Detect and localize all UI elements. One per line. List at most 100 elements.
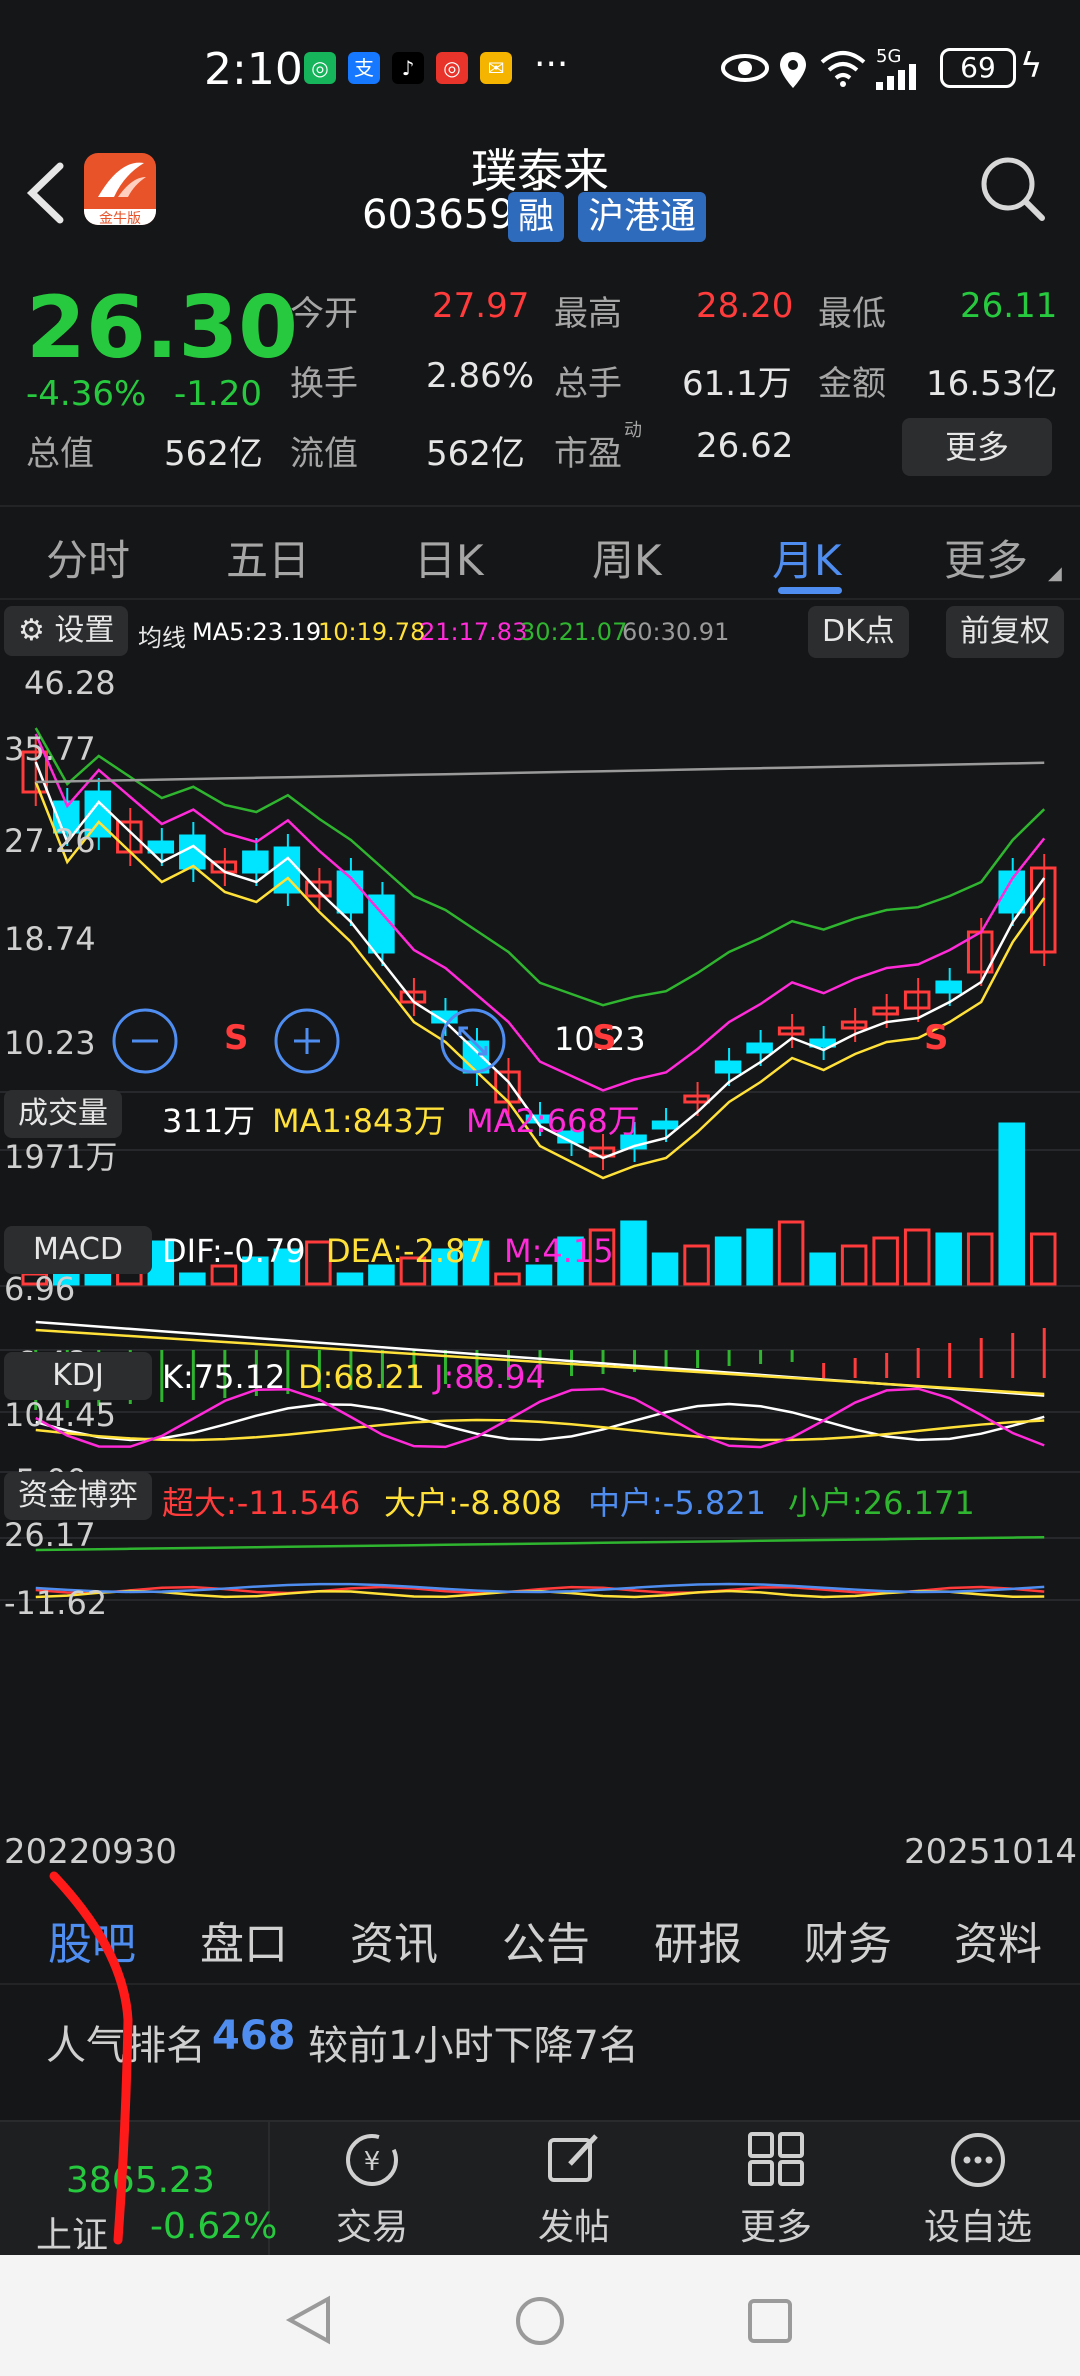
turnover-label: 换手	[290, 364, 358, 404]
popularity-rank[interactable]: 人气排名 468 较前1小时下降7名	[0, 1985, 1080, 2095]
low-value: 26.11	[960, 286, 1058, 326]
fund-flow-button[interactable]: 资金博弈	[4, 1472, 152, 1520]
nav-back-icon[interactable]	[284, 2295, 334, 2345]
high-label: 最高	[554, 294, 622, 334]
ma60-line	[35, 761, 1045, 784]
add-watchlist-button[interactable]: 设自选	[918, 2130, 1038, 2250]
nav-recents-icon[interactable]	[746, 2297, 794, 2345]
more-button[interactable]: 更多	[716, 2130, 836, 2250]
volume-label: 总手	[554, 364, 622, 404]
ma60-value: 60:30.91	[622, 618, 730, 646]
dk-point-button[interactable]: DK点	[808, 606, 909, 658]
amount-label: 金额	[818, 364, 886, 404]
tab-news[interactable]: 资讯	[350, 1908, 438, 1972]
index-change: -0.62%	[150, 2206, 278, 2247]
sell-signal: S	[224, 1018, 249, 1058]
app-logo: 金牛版	[84, 153, 156, 225]
candle	[746, 1042, 773, 1054]
fund-bottom-label: -11.62	[4, 1584, 108, 1622]
volume-bar	[336, 1272, 364, 1286]
fullscreen-icon[interactable]	[438, 1006, 508, 1076]
macd-dea: DEA:-2.87	[326, 1232, 486, 1270]
mail-icon: ✉	[480, 52, 512, 84]
tab-orderbook[interactable]: 盘口	[200, 1908, 288, 1972]
mcap-value: 562亿	[164, 434, 263, 474]
candle	[714, 1060, 742, 1074]
tab-research[interactable]: 研报	[654, 1908, 742, 1972]
macd-m: M:4.15	[504, 1232, 614, 1270]
watch-label: 设自选	[923, 2207, 1032, 2248]
sell-signal: S	[592, 1018, 617, 1058]
zoom-out-icon[interactable]	[110, 1006, 180, 1076]
adjust-button[interactable]: 前复权	[946, 606, 1064, 658]
float-label: 流值	[290, 434, 358, 474]
post-label: 发帖	[537, 2207, 610, 2248]
tab-announcements[interactable]: 公告	[502, 1908, 590, 1972]
signal-icon	[876, 64, 916, 90]
tab-monthly-k[interactable]: 月K	[772, 527, 842, 588]
nav-home-icon[interactable]	[514, 2295, 566, 2347]
tab-five-day[interactable]: 五日	[226, 527, 310, 588]
fund-large: 大户:-8.808	[384, 1484, 562, 1522]
volume-ma2: MA2:668万	[466, 1102, 640, 1140]
volume-bar	[620, 1220, 647, 1286]
tab-intraday[interactable]: 分时	[46, 527, 130, 588]
volume-bar	[683, 1244, 710, 1286]
volume-bar	[935, 1232, 962, 1286]
settings-button[interactable]: ⚙ 设置	[4, 606, 129, 656]
content-tabs: 股吧 盘口 资讯 公告 研报 财务 资料	[0, 1880, 1080, 1985]
alipay-icon: 支	[348, 52, 380, 84]
active-tab-indicator	[778, 587, 842, 594]
mcap-label: 总值	[26, 434, 94, 474]
ma-label: 均线	[138, 624, 186, 652]
tab-more[interactable]: 更多	[944, 527, 1028, 588]
location-icon	[780, 52, 806, 88]
macd-button[interactable]: MACD	[4, 1226, 152, 1274]
svg-text:¥: ¥	[364, 2147, 381, 2177]
more-quote-button[interactable]: 更多	[902, 418, 1052, 476]
volume-bar	[809, 1252, 836, 1286]
candle	[242, 850, 269, 874]
volume-button[interactable]: 成交量	[4, 1090, 122, 1138]
tab-profile[interactable]: 资料	[954, 1908, 1042, 1972]
grid-icon	[748, 2132, 804, 2186]
post-button[interactable]: 发帖	[514, 2130, 634, 2250]
zoom-in-icon[interactable]	[272, 1006, 342, 1076]
open-label: 今开	[290, 294, 358, 334]
trade-label: 交易	[335, 2207, 408, 2248]
tab-daily-k[interactable]: 日K	[414, 527, 484, 588]
volume-bar	[840, 1244, 868, 1286]
tab-finance[interactable]: 财务	[804, 1908, 892, 1972]
current-price: 26.30	[26, 278, 299, 378]
high-value: 28.20	[696, 286, 794, 326]
annotation-stroke	[49, 1871, 133, 2245]
price-tick-4: 10.23	[4, 1024, 96, 1062]
macd-dif: DIF:-0.79	[162, 1232, 306, 1270]
trade-button[interactable]: ¥ 交易	[312, 2130, 432, 2250]
rank-value: 468	[212, 2013, 296, 2059]
ma10-value: 10:19.78	[318, 618, 426, 646]
price-tick-3: 18.74	[4, 920, 96, 958]
stock-code: 603659	[362, 192, 515, 238]
kdj-k: K:75.12	[162, 1358, 286, 1396]
candle	[935, 980, 962, 994]
tab-weekly-k[interactable]: 周K	[592, 527, 662, 588]
candle	[651, 1120, 679, 1130]
volume-value: 61.1万	[682, 364, 792, 404]
volume-bar	[903, 1228, 931, 1286]
tiktok-icon: ♪	[392, 52, 424, 84]
app-icon-1: ◎	[304, 52, 336, 84]
kdj-button[interactable]: KDJ	[4, 1352, 152, 1400]
float-value: 562亿	[426, 434, 525, 474]
ma30-value: 30:21.07	[520, 618, 628, 646]
volume-ma1: MA1:843万	[272, 1102, 446, 1140]
volume-bar	[966, 1232, 994, 1286]
price-tick-1: 35.77	[4, 730, 96, 768]
more-label: 更多	[739, 2207, 812, 2248]
back-icon[interactable]	[24, 160, 66, 226]
volume-bar	[777, 1220, 805, 1286]
volume-bar	[746, 1228, 773, 1286]
eye-icon	[721, 54, 769, 82]
search-icon[interactable]	[978, 154, 1048, 224]
volume-bar	[179, 1272, 206, 1286]
